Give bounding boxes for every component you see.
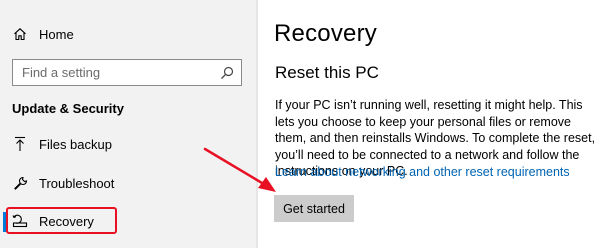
sidebar-item-home[interactable]: Home: [0, 16, 256, 52]
reset-requirements-link[interactable]: Learn about networking and other reset r…: [275, 165, 570, 179]
main-panel: Recovery Reset this PC If your PC isn’t …: [258, 0, 600, 248]
sidebar-item-troubleshoot[interactable]: Troubleshoot: [0, 165, 256, 201]
search-placeholder: Find a setting: [22, 65, 101, 80]
sidebar-item-label: Troubleshoot: [39, 175, 115, 191]
search-input[interactable]: Find a setting: [12, 59, 242, 86]
wrench-icon: [12, 175, 28, 191]
sidebar-item-files-backup[interactable]: Files backup: [0, 126, 256, 162]
page-title: Recovery: [274, 20, 377, 47]
home-icon: [12, 26, 28, 42]
section-heading: Reset this PC: [275, 63, 379, 82]
section-title: Update & Security: [12, 101, 124, 116]
sidebar-item-label: Home: [39, 26, 74, 42]
get-started-button[interactable]: Get started: [274, 195, 354, 222]
sidebar: Home Find a setting Update & Security Fi…: [0, 0, 256, 248]
annotation-highlight-box: [6, 207, 117, 234]
upload-arrow-icon: [12, 136, 28, 152]
search-icon[interactable]: [220, 66, 234, 80]
sidebar-item-label: Files backup: [39, 136, 112, 152]
